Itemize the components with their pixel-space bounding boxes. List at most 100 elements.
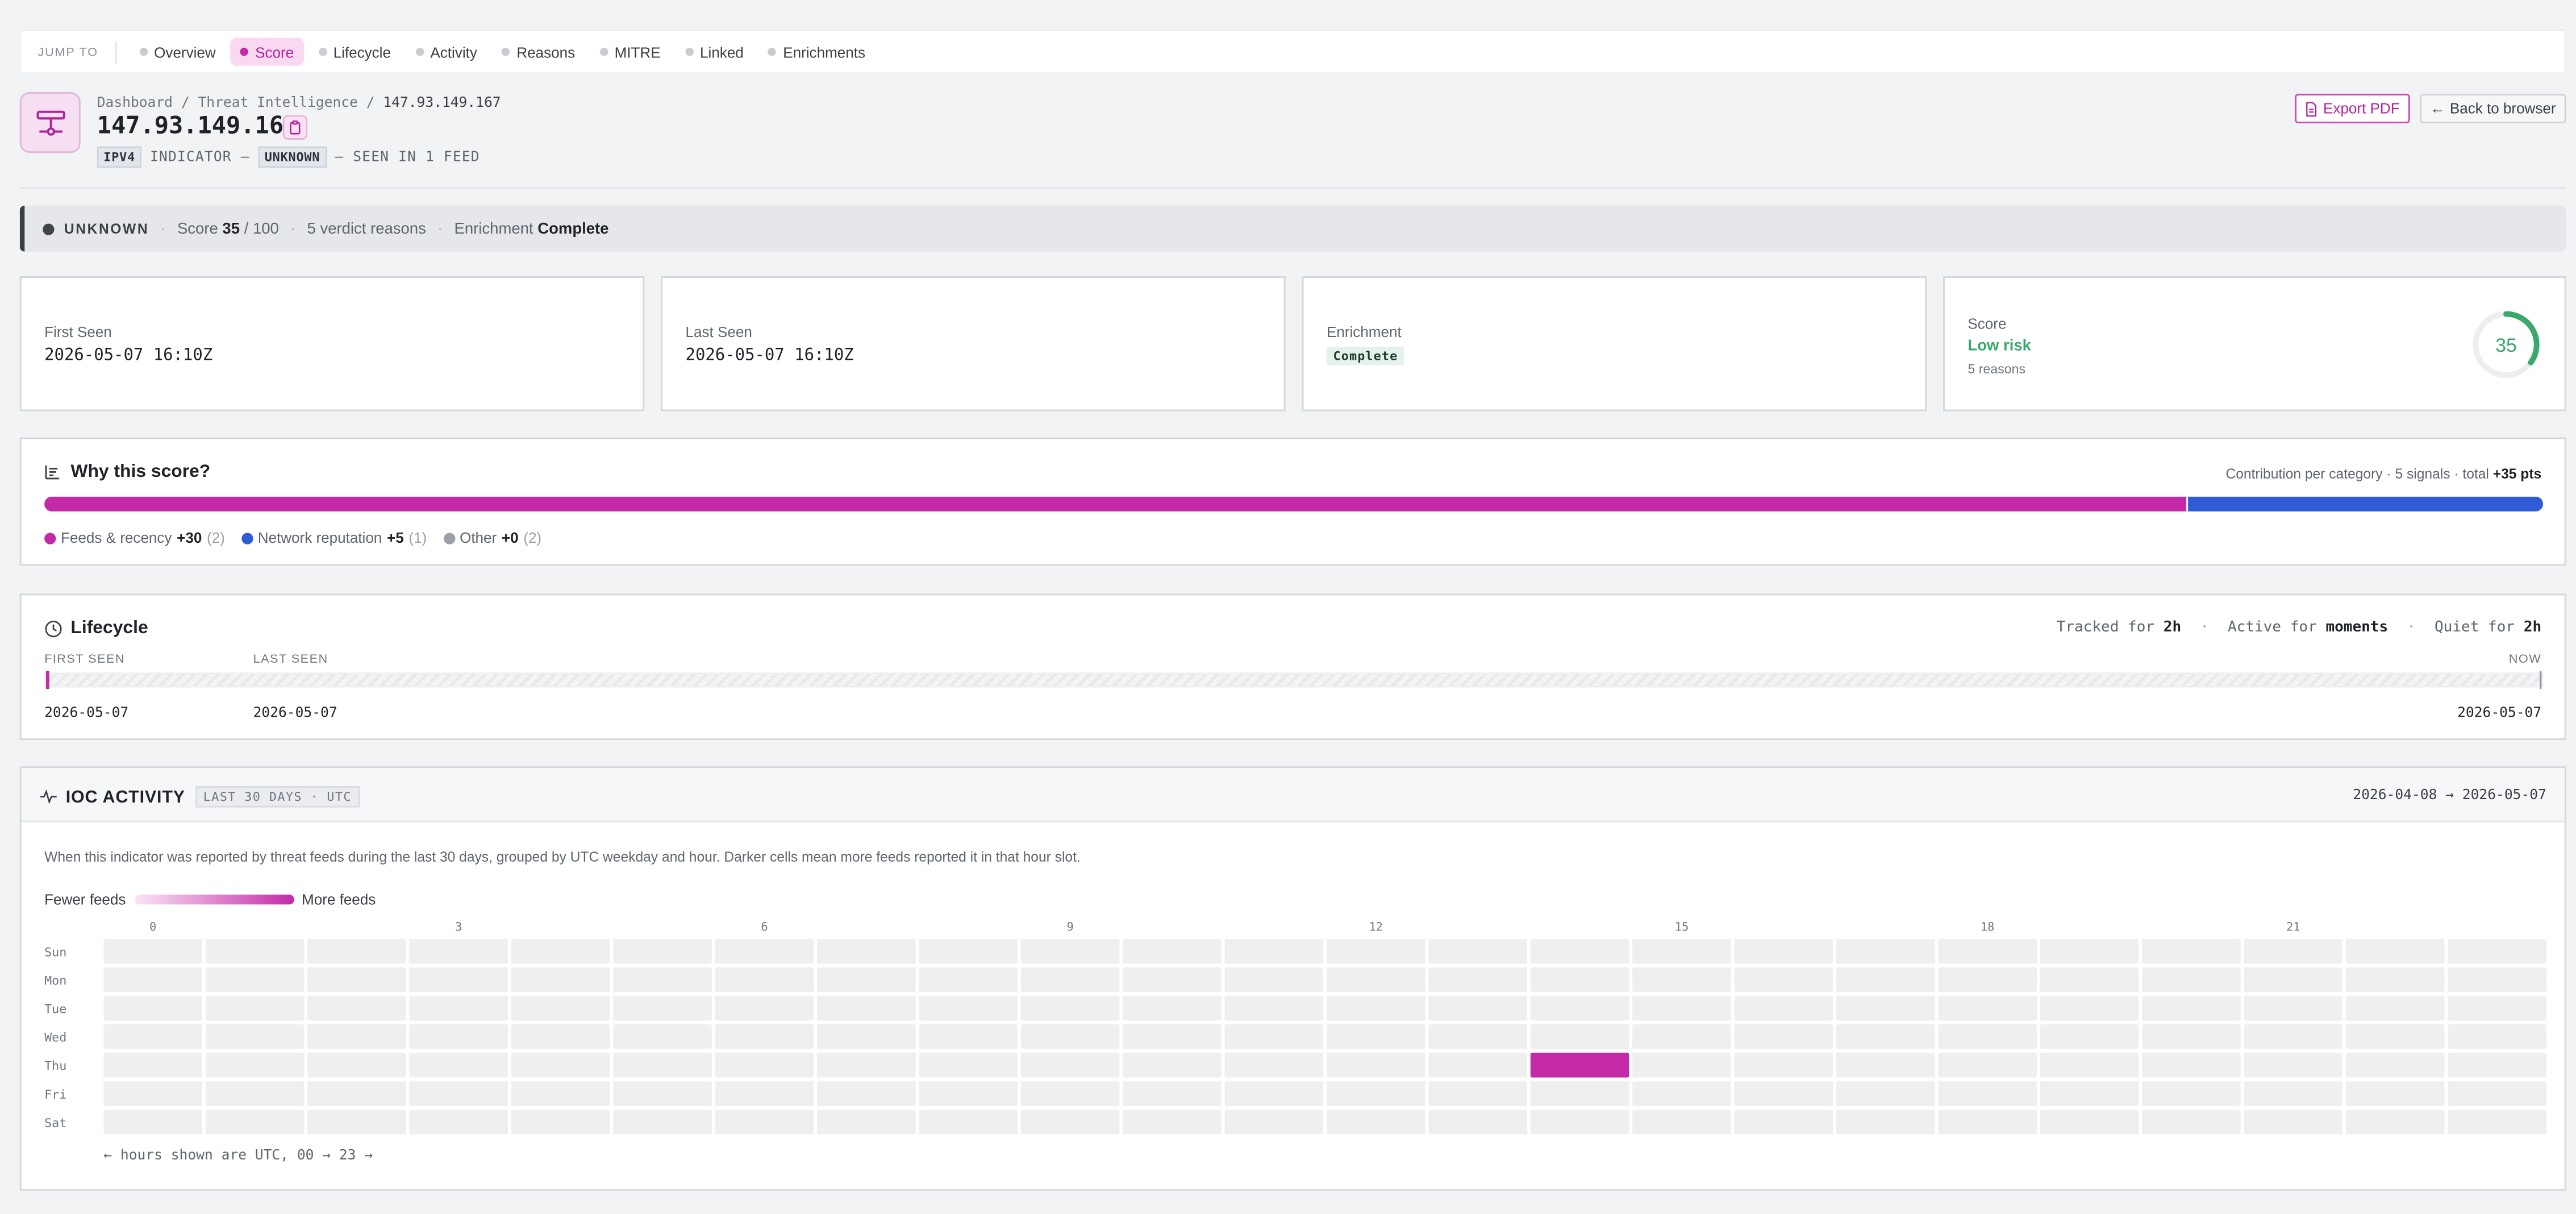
heatmap-cell[interactable] <box>1530 939 1629 964</box>
heatmap-cell[interactable] <box>817 939 916 964</box>
heatmap-cell[interactable] <box>715 1109 814 1134</box>
heatmap-cell[interactable] <box>817 1081 916 1106</box>
heatmap-cell[interactable] <box>613 967 712 992</box>
heatmap-cell[interactable] <box>511 1109 610 1134</box>
heatmap-cell[interactable] <box>1224 939 1324 964</box>
heatmap-cell[interactable] <box>1836 996 1935 1021</box>
heatmap-cell[interactable] <box>103 1024 202 1049</box>
heatmap-cell[interactable] <box>205 1024 305 1049</box>
heatmap-cell[interactable] <box>613 1053 712 1078</box>
heatmap-cell[interactable] <box>511 967 610 992</box>
heatmap-cell[interactable] <box>307 1053 406 1078</box>
heatmap-cell[interactable] <box>1020 1053 1120 1078</box>
heatmap-cell[interactable] <box>409 1081 508 1106</box>
heatmap-cell[interactable] <box>1734 939 1833 964</box>
heatmap-cell[interactable] <box>817 1024 916 1049</box>
heatmap-cell[interactable] <box>409 967 508 992</box>
heatmap-cell[interactable] <box>2448 939 2546 964</box>
heatmap-cell[interactable] <box>1428 939 1527 964</box>
heatmap-cell[interactable] <box>1734 1109 1833 1134</box>
heatmap-cell[interactable] <box>817 1109 916 1134</box>
heatmap-cell[interactable] <box>2040 1053 2139 1078</box>
heatmap-cell[interactable] <box>1224 1109 1324 1134</box>
heatmap-cell[interactable] <box>1326 996 1425 1021</box>
heatmap-cell[interactable] <box>1326 967 1425 992</box>
heatmap-cell[interactable] <box>1428 967 1527 992</box>
heatmap-cell[interactable] <box>1836 1081 1935 1106</box>
heatmap-cell[interactable] <box>307 996 406 1021</box>
heatmap-cell[interactable] <box>2345 967 2445 992</box>
heatmap-cell[interactable] <box>1326 939 1425 964</box>
heatmap-cell[interactable] <box>2040 1024 2139 1049</box>
heatmap-cell[interactable] <box>307 1081 406 1106</box>
heatmap-cell[interactable] <box>1836 1053 1935 1078</box>
heatmap-cell[interactable] <box>1734 1081 1833 1106</box>
heatmap-cell[interactable] <box>2142 996 2241 1021</box>
heatmap-cell[interactable] <box>1632 1081 1731 1106</box>
heatmap-cell[interactable] <box>1632 939 1731 964</box>
heatmap-cell[interactable] <box>1123 1024 1222 1049</box>
heatmap-cell[interactable] <box>1938 996 2037 1021</box>
heatmap-cell[interactable] <box>1734 996 1833 1021</box>
heatmap-cell[interactable] <box>1734 1024 1833 1049</box>
heatmap-cell[interactable] <box>1020 996 1120 1021</box>
heatmap-cell[interactable] <box>715 1081 814 1106</box>
heatmap-cell[interactable] <box>2448 967 2546 992</box>
heatmap-cell[interactable] <box>409 996 508 1021</box>
heatmap-cell[interactable] <box>511 1053 610 1078</box>
heatmap-cell[interactable] <box>817 996 916 1021</box>
heatmap-cell[interactable] <box>1224 967 1324 992</box>
heatmap-cell[interactable] <box>2142 1109 2241 1134</box>
heatmap-cell[interactable] <box>2244 939 2343 964</box>
heatmap-cell[interactable] <box>103 939 202 964</box>
heatmap-cell[interactable] <box>1123 1081 1222 1106</box>
jump-link-overview[interactable]: Overview <box>130 38 226 66</box>
heatmap-cell[interactable] <box>2345 1081 2445 1106</box>
heatmap-cell[interactable] <box>919 1024 1018 1049</box>
heatmap-cell[interactable] <box>1326 1109 1425 1134</box>
heatmap-cell[interactable] <box>511 1081 610 1106</box>
heatmap-cell[interactable] <box>1428 1024 1527 1049</box>
heatmap-cell[interactable] <box>1530 967 1629 992</box>
heatmap-cell[interactable] <box>613 1109 712 1134</box>
heatmap-cell[interactable] <box>1938 1053 2037 1078</box>
heatmap-cell[interactable] <box>1224 1081 1324 1106</box>
heatmap-cell[interactable] <box>1020 967 1120 992</box>
heatmap-cell[interactable] <box>817 967 916 992</box>
heatmap-cell[interactable] <box>613 1081 712 1106</box>
heatmap-cell[interactable] <box>307 967 406 992</box>
heatmap-cell[interactable] <box>1123 1053 1222 1078</box>
heatmap-cell[interactable] <box>919 939 1018 964</box>
heatmap-cell[interactable] <box>1224 1024 1324 1049</box>
heatmap-cell[interactable] <box>2448 1109 2546 1134</box>
breadcrumb-threat-intelligence[interactable]: Threat Intelligence <box>198 95 357 112</box>
heatmap-cell[interactable] <box>715 1024 814 1049</box>
heatmap-cell[interactable] <box>613 996 712 1021</box>
heatmap-cell[interactable] <box>1326 1081 1425 1106</box>
heatmap-cell[interactable] <box>103 1109 202 1134</box>
heatmap-cell[interactable] <box>1020 1109 1120 1134</box>
heatmap-cell[interactable] <box>409 1109 508 1134</box>
jump-link-enrichments[interactable]: Enrichments <box>758 38 876 66</box>
heatmap-cell[interactable] <box>205 1081 305 1106</box>
heatmap-cell[interactable] <box>1428 1053 1527 1078</box>
heatmap-cell[interactable] <box>2345 1053 2445 1078</box>
heatmap-cell[interactable] <box>205 1053 305 1078</box>
jump-link-activity[interactable]: Activity <box>406 38 487 66</box>
heatmap-cell[interactable] <box>409 939 508 964</box>
heatmap-cell[interactable] <box>2040 996 2139 1021</box>
heatmap-cell[interactable] <box>307 939 406 964</box>
heatmap-cell[interactable] <box>1836 967 1935 992</box>
breadcrumb-dashboard[interactable]: Dashboard <box>97 95 173 112</box>
heatmap-cell[interactable] <box>1938 1109 2037 1134</box>
heatmap-cell[interactable] <box>715 967 814 992</box>
jump-link-reasons[interactable]: Reasons <box>492 38 585 66</box>
heatmap-cell[interactable] <box>2448 1053 2546 1078</box>
heatmap-cell[interactable] <box>1632 1053 1731 1078</box>
heatmap-cell[interactable] <box>2345 996 2445 1021</box>
heatmap-cell[interactable] <box>2040 1081 2139 1106</box>
heatmap-cell[interactable] <box>1123 1109 1222 1134</box>
heatmap-cell[interactable] <box>1123 967 1222 992</box>
jump-link-lifecycle[interactable]: Lifecycle <box>309 38 401 66</box>
heatmap-cell[interactable] <box>409 1053 508 1078</box>
